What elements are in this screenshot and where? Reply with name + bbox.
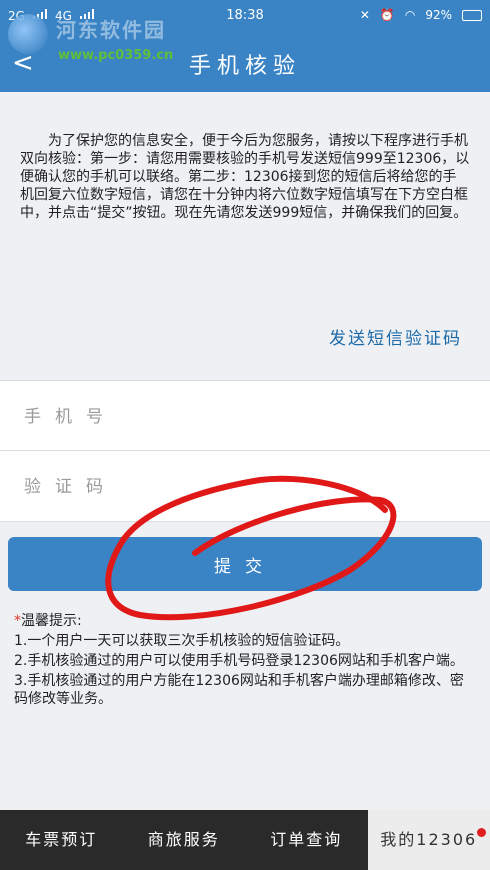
tip-item: 3.手机核验通过的用户方能在12306网站和手机客户端办理邮箱修改、密码修改等业… xyxy=(14,673,464,707)
tips-title-label: 温馨提示: xyxy=(21,613,82,629)
tip-item: 1.一个用户一天可以获取三次手机核验的短信验证码。 xyxy=(14,633,350,649)
nav-my-12306-label: 我的12306 xyxy=(380,830,478,849)
battery-icon xyxy=(462,9,482,21)
battery-label: 92% xyxy=(425,8,452,22)
status-icons: ✕ ⏰ ◠ 92% xyxy=(360,8,482,22)
code-field xyxy=(0,450,490,523)
alarm-icon: ⏰ xyxy=(379,8,395,22)
tips-title: *温馨提示: xyxy=(14,613,82,629)
tip-item: 2.手机核验通过的用户可以使用手机号码登录12306网站和手机客户端。 xyxy=(14,653,464,669)
verification-code-input[interactable] xyxy=(22,451,466,523)
intro-text: 为了保护您的信息安全，便于今后为您服务，请按以下程序进行手机双向核验：第一步：请… xyxy=(20,133,470,221)
wifi-icon: ◠ xyxy=(404,8,416,22)
title-bar: < 手机核验 xyxy=(0,34,490,92)
nav-ticket-booking[interactable]: 车票预订 xyxy=(0,810,123,870)
notification-dot xyxy=(477,828,486,837)
intro-section: 为了保护您的信息安全，便于今后为您服务，请按以下程序进行手机双向核验：第一步：请… xyxy=(0,92,490,380)
bottom-nav: 车票预订 商旅服务 订单查询 我的12306 xyxy=(0,810,490,870)
tips-section: *温馨提示: 1.一个用户一天可以获取三次手机核验的短信验证码。 2.手机核验通… xyxy=(14,612,476,708)
nav-travel-services[interactable]: 商旅服务 xyxy=(123,810,246,870)
nav-order-query[interactable]: 订单查询 xyxy=(245,810,368,870)
mute-icon: ✕ xyxy=(359,8,370,22)
phone-input[interactable] xyxy=(22,381,466,453)
page-title: 手机核验 xyxy=(188,54,301,79)
status-bar: 2G 4G 18:38 ✕ ⏰ ◠ 92% xyxy=(0,0,490,34)
submit-button[interactable]: 提交 xyxy=(8,537,482,591)
phone-field xyxy=(0,380,490,453)
nav-my-12306[interactable]: 我的12306 xyxy=(367,810,490,870)
send-sms-code-link[interactable]: 发送短信验证码 xyxy=(329,324,462,349)
